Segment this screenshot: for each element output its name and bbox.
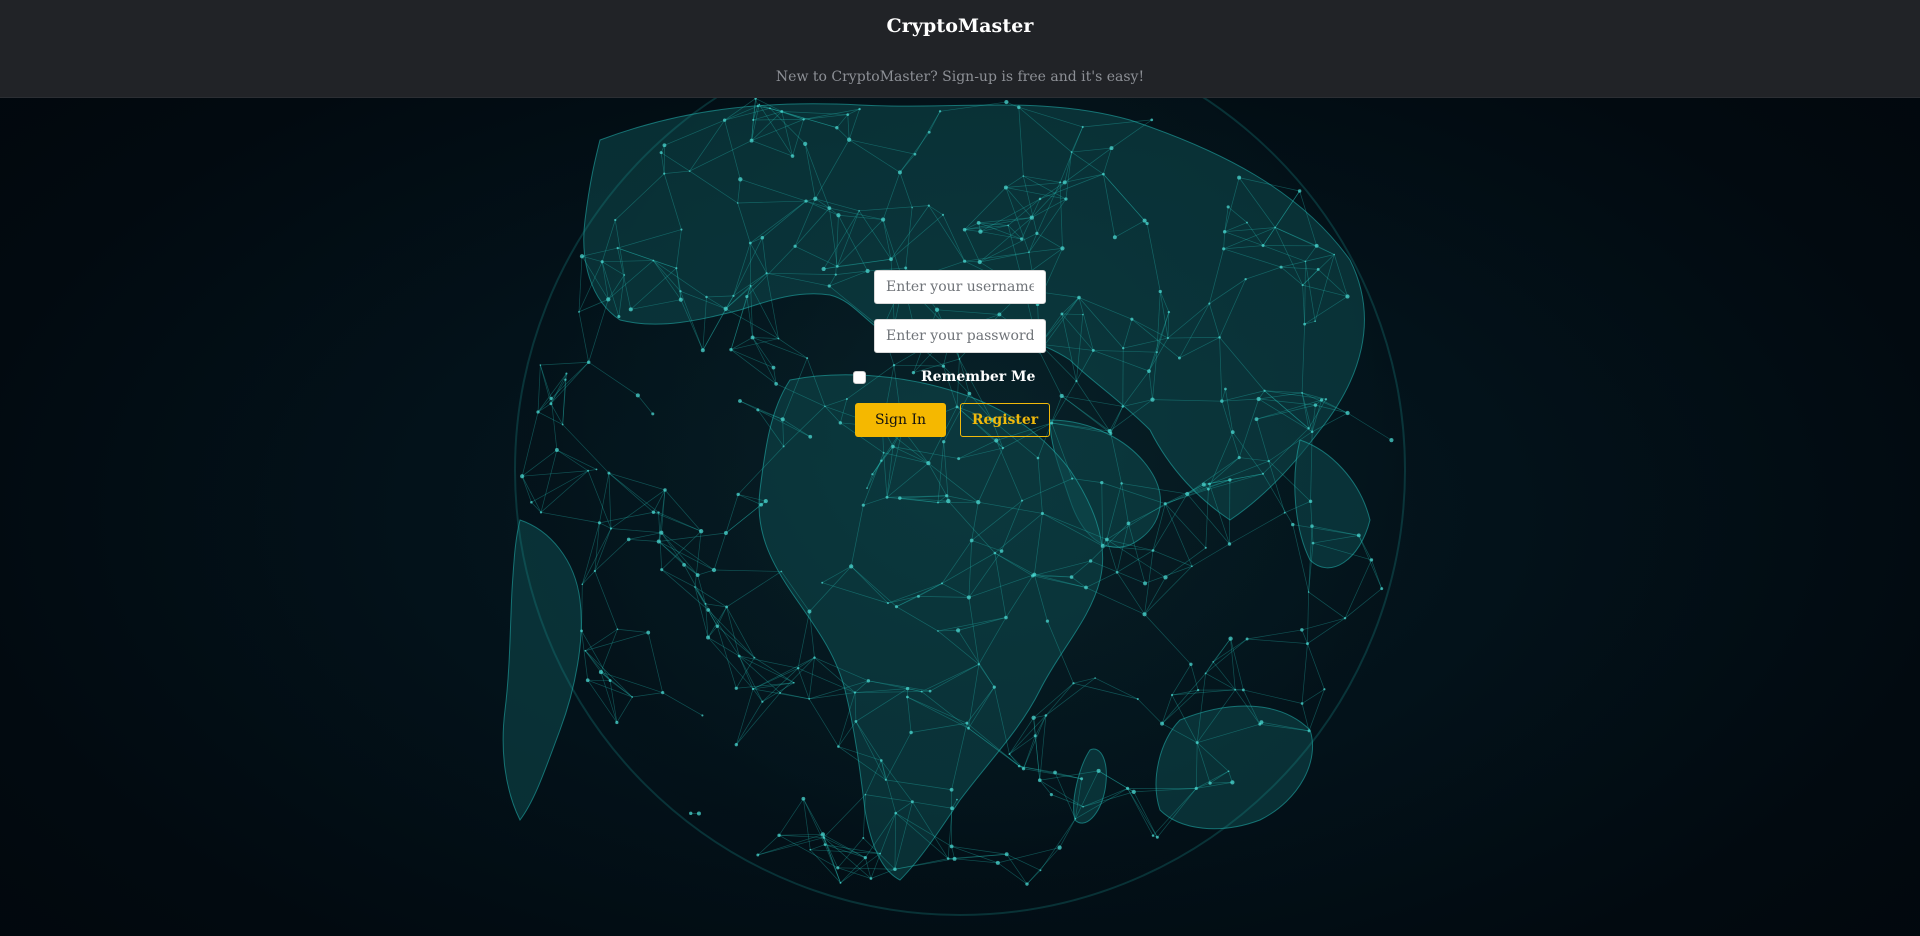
register-button[interactable]: Register — [960, 403, 1050, 437]
password-input[interactable] — [874, 319, 1046, 353]
login-form: Remember Me Sign In Register — [0, 0, 1920, 936]
username-input[interactable] — [874, 270, 1046, 304]
remember-me-label[interactable]: Remember Me — [921, 369, 1035, 385]
remember-me-checkbox[interactable] — [853, 371, 866, 384]
sign-in-button[interactable]: Sign In — [855, 403, 946, 437]
remember-me-row: Remember Me — [853, 369, 1083, 387]
login-page: CryptoMaster New to CryptoMaster? Sign-u… — [0, 0, 1920, 936]
